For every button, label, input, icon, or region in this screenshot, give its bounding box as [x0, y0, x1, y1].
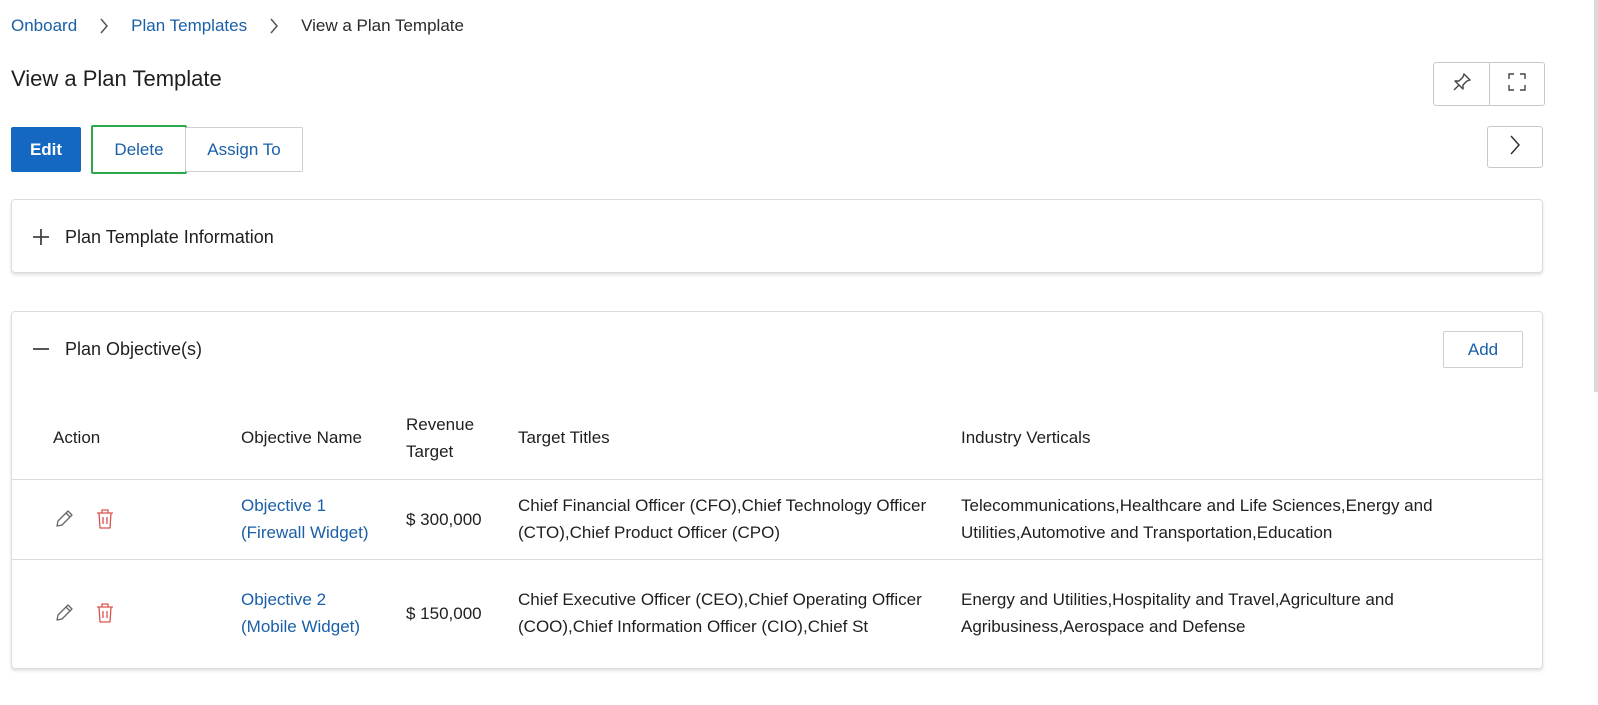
objective-name-cell: Objective 1 (Firewall Widget)	[240, 479, 405, 559]
revenue-cell: $ 300,000	[406, 509, 482, 529]
objective-name-line1: Objective 2	[241, 590, 327, 610]
expand-icon	[1507, 72, 1527, 97]
add-objective-button[interactable]: Add	[1443, 331, 1523, 368]
breadcrumb-current: View a Plan Template	[301, 16, 464, 35]
objectives-table: Action Objective Name Revenue Target Tar…	[12, 397, 1542, 667]
chevron-right-icon	[99, 18, 109, 34]
header-revenue-line2: Target	[406, 441, 454, 461]
table-header-row: Action Objective Name Revenue Target Tar…	[12, 397, 1542, 479]
row-actions	[12, 559, 240, 667]
industry-verticals-cell: Telecommunications,Healthcare and Life S…	[961, 496, 1433, 542]
section-title: Plan Objective(s)	[65, 338, 203, 359]
objective-link[interactable]: Objective 1 (Firewall Widget)	[241, 496, 369, 542]
objective-name-cell: Objective 2 (Mobile Widget)	[240, 559, 405, 667]
plan-template-info-panel: Plan Template Information	[11, 199, 1543, 273]
assign-to-button[interactable]: Assign To	[185, 127, 303, 172]
table-row: Objective 2 (Mobile Widget) $ 150,000 Ch…	[12, 559, 1542, 667]
edit-button[interactable]: Edit	[11, 127, 81, 172]
breadcrumb: Onboard Plan Templates View a Plan Templ…	[11, 16, 464, 36]
header-industry-verticals: Industry Verticals	[961, 428, 1091, 448]
chevron-right-icon	[269, 18, 279, 34]
pin-icon	[1452, 72, 1472, 97]
delete-button[interactable]: Delete	[91, 125, 187, 174]
breadcrumb-onboard[interactable]: Onboard	[11, 16, 77, 36]
plan-template-info-header[interactable]: Plan Template Information	[12, 200, 1542, 274]
header-target-titles: Target Titles	[518, 428, 610, 448]
header-objective-name: Objective Name	[241, 428, 362, 448]
fullscreen-button[interactable]	[1489, 63, 1544, 105]
delete-trash-icon[interactable]	[95, 602, 115, 624]
target-titles-cell: Chief Executive Officer (CEO),Chief Oper…	[518, 590, 922, 637]
row-actions	[12, 479, 240, 559]
scrollbar[interactable]	[1594, 0, 1598, 392]
page-tools	[1433, 62, 1545, 106]
revenue-cell: $ 150,000	[406, 603, 482, 623]
target-titles-cell: Chief Financial Officer (CFO),Chief Tech…	[518, 496, 927, 542]
header-action: Action	[53, 428, 101, 448]
objective-name-line2: (Mobile Widget)	[241, 617, 361, 637]
action-bar: Edit Delete Assign To	[11, 125, 303, 174]
plan-objectives-panel: Plan Objective(s) Add Action Objective N…	[11, 311, 1543, 669]
edit-pencil-icon[interactable]	[53, 602, 75, 624]
section-title: Plan Template Information	[65, 226, 274, 247]
plus-icon[interactable]	[30, 226, 52, 248]
delete-trash-icon[interactable]	[95, 508, 115, 530]
industry-verticals-cell: Energy and Utilities,Hospitality and Tra…	[961, 590, 1394, 637]
objective-link[interactable]: Objective 2 (Mobile Widget)	[241, 590, 360, 636]
minus-icon[interactable]	[30, 338, 52, 360]
breadcrumb-plan-templates[interactable]: Plan Templates	[131, 16, 247, 36]
chevron-right-icon	[1509, 135, 1521, 160]
table-row: Objective 1 (Firewall Widget) $ 300,000 …	[12, 479, 1542, 559]
plan-objectives-header[interactable]: Plan Objective(s)	[12, 312, 1542, 386]
page-title: View a Plan Template	[11, 66, 222, 91]
next-button[interactable]	[1487, 126, 1543, 168]
pin-button[interactable]	[1434, 63, 1489, 105]
header-revenue-line1: Revenue	[406, 414, 475, 434]
edit-pencil-icon[interactable]	[53, 508, 75, 530]
header-revenue-target: Revenue Target	[405, 397, 517, 479]
objective-name-line1: Objective 1	[241, 496, 327, 515]
objective-name-line2: (Firewall Widget)	[241, 523, 369, 542]
